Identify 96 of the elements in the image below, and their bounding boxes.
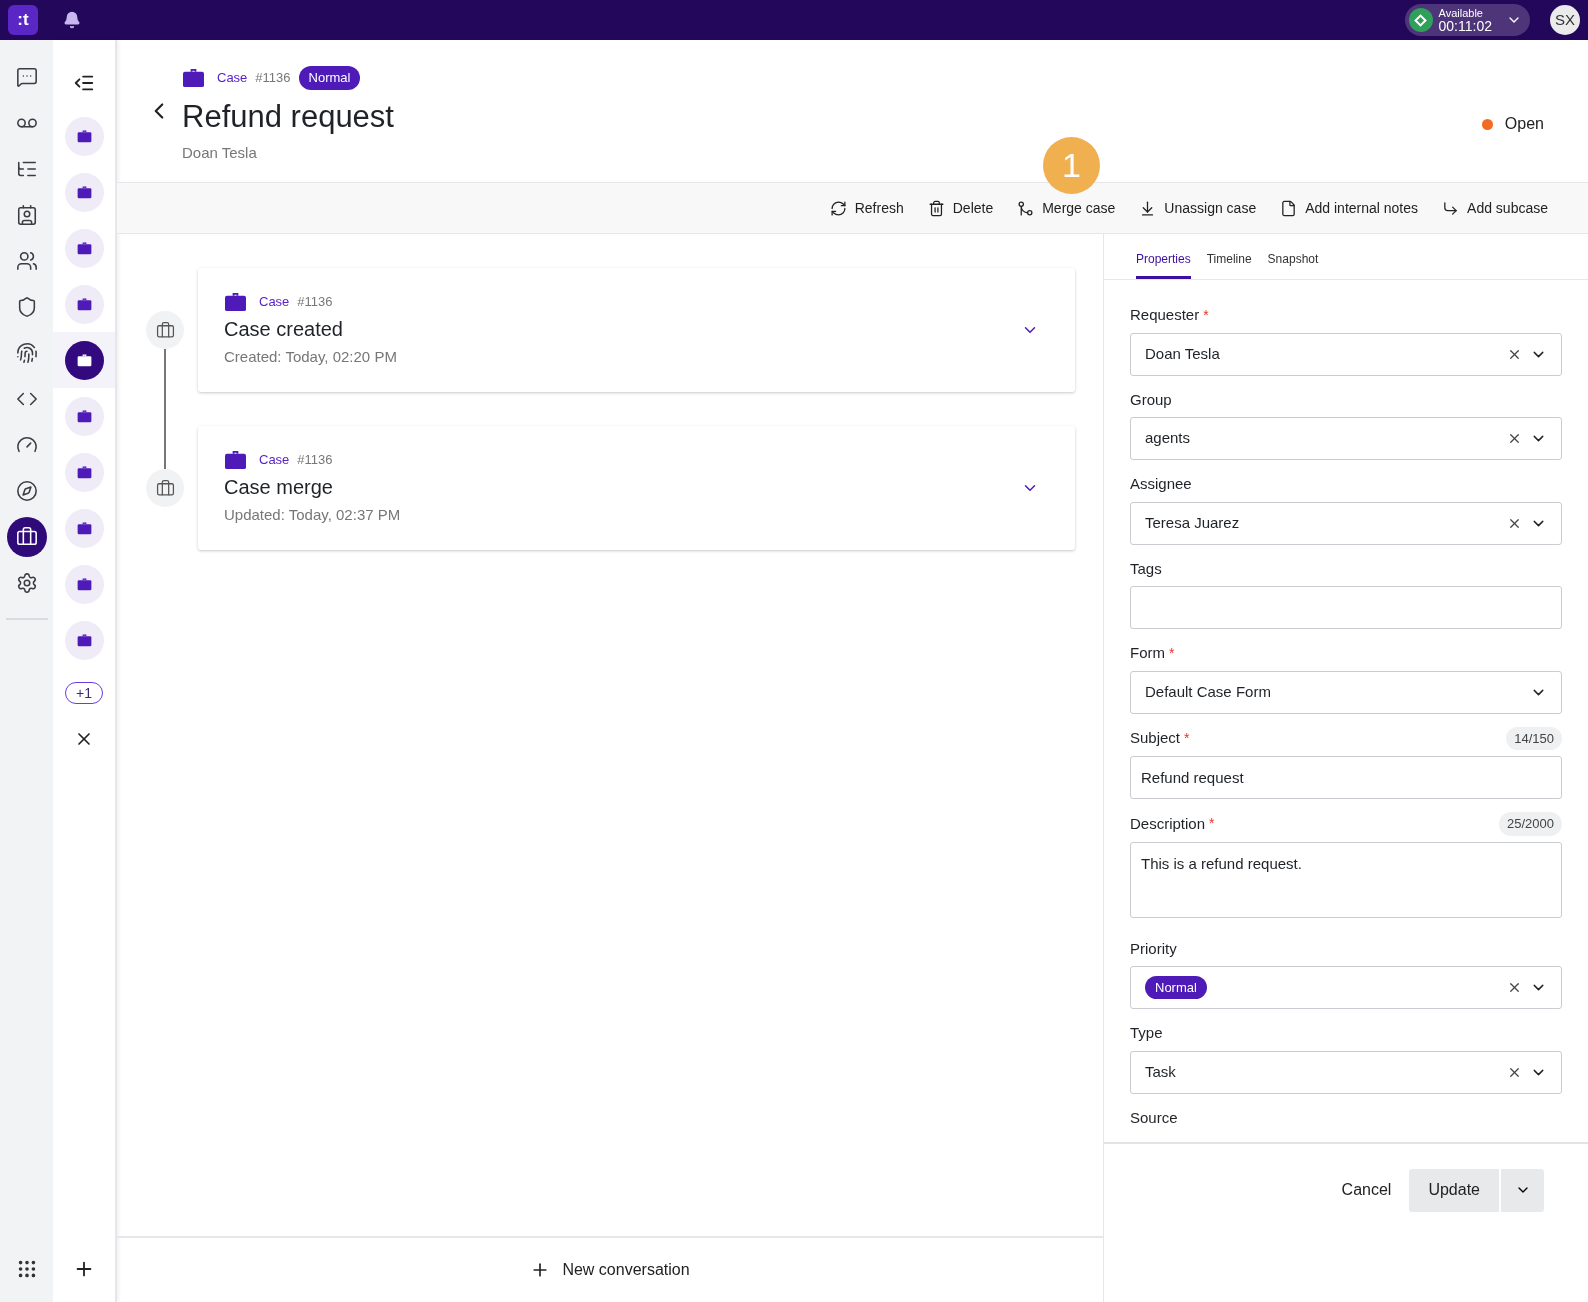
briefcase-icon: [224, 449, 247, 471]
nav-item[interactable]: [6, 517, 47, 557]
case-title: Refund request: [182, 97, 394, 136]
toolbar-button[interactable]: Add internal notes: [1280, 197, 1419, 219]
corner-arrow-icon: [1442, 199, 1460, 217]
toolbar-button[interactable]: Unassign case: [1139, 197, 1257, 219]
briefcase-icon: [76, 521, 92, 535]
event-timestamp: Updated: Today, 02:37 PM: [224, 505, 402, 526]
requester-name: Doan Tesla: [182, 143, 258, 163]
panel-tab[interactable]: Snapshot: [1267, 250, 1319, 279]
briefcase-icon: [76, 577, 92, 591]
event-title: Case created: [224, 317, 344, 343]
clear-icon[interactable]: [1507, 980, 1522, 995]
case-type-label: Case: [259, 293, 290, 311]
briefcase-icon: [224, 291, 247, 313]
refresh-icon: [829, 199, 847, 217]
timeline-card[interactable]: Case #1136 Case merge Updated: Today, 02:37 PM: [198, 426, 1075, 550]
select-value: agents: [1145, 428, 1191, 449]
annotation-marker: 1: [1043, 137, 1100, 194]
text-field[interactable]: [1130, 586, 1562, 629]
new-conversation-button[interactable]: New conversation: [530, 1258, 690, 1282]
status-label: Available: [1438, 7, 1484, 19]
select-field[interactable]: Doan Tesla: [1130, 332, 1562, 376]
user-avatar[interactable]: SX: [1550, 5, 1580, 35]
clear-icon[interactable]: [1507, 431, 1522, 446]
bell-icon[interactable]: [63, 11, 81, 29]
case-number: #1136: [255, 69, 291, 87]
character-counter: 14/150: [1506, 726, 1562, 750]
field-label: Type: [1130, 1023, 1163, 1043]
toolbar-button[interactable]: Refresh: [829, 197, 904, 219]
character-counter: 25/2000: [1499, 812, 1562, 836]
availability-status[interactable]: Available 00:11:02: [1404, 4, 1530, 36]
fingerprint-icon: [15, 342, 38, 364]
briefcase-icon: [76, 241, 92, 255]
priority-badge: Normal: [298, 66, 361, 90]
briefcase-icon: [76, 353, 92, 367]
panel-tab[interactable]: Properties: [1136, 250, 1191, 279]
toolbar-button[interactable]: Add subcase: [1442, 197, 1548, 219]
update-button[interactable]: Update: [1409, 1168, 1499, 1212]
trash-icon: [927, 199, 945, 217]
briefcase-icon: [76, 633, 92, 647]
briefcase-icon: [155, 320, 175, 340]
settings-icon: [15, 572, 38, 594]
field-label: Requester: [1130, 305, 1200, 325]
select-value: Doan Tesla: [1145, 343, 1220, 364]
required-marker: *: [1209, 814, 1215, 834]
event-title: Case merge: [224, 475, 334, 501]
briefcase-icon: [76, 465, 92, 479]
cancel-button[interactable]: Cancel: [1341, 1178, 1392, 1202]
case-type-label: Case: [259, 451, 290, 469]
description-field[interactable]: This is a refund request.: [1130, 841, 1562, 918]
toolbar-button[interactable]: Delete: [927, 197, 994, 219]
select-field[interactable]: Teresa Juarez: [1130, 501, 1562, 545]
briefcase-icon: [76, 129, 92, 143]
select-value: Task: [1145, 1061, 1176, 1082]
field-label: Description: [1130, 813, 1206, 834]
priority-chip: Normal: [1145, 975, 1207, 1000]
briefcase-icon: [76, 297, 92, 311]
select-value: Teresa Juarez: [1145, 512, 1240, 533]
case-tab[interactable]: [53, 332, 115, 388]
field-label: Assignee: [1130, 474, 1192, 494]
select-field[interactable]: Task: [1130, 1050, 1562, 1094]
toolbar-button[interactable]: Merge case: [1017, 197, 1116, 219]
select-value: Default Case Form: [1145, 681, 1271, 702]
required-marker: *: [1184, 728, 1190, 748]
case-type-label: Case: [217, 69, 248, 87]
document-icon: [1280, 199, 1298, 217]
required-marker: *: [1169, 643, 1175, 663]
select-field[interactable]: Normal: [1130, 966, 1562, 1009]
case-number: #1136: [297, 293, 333, 311]
text-field[interactable]: Refund request: [1130, 756, 1562, 799]
select-field[interactable]: Default Case Form: [1130, 670, 1562, 714]
field-label: Priority: [1130, 938, 1177, 959]
field-label: Tags: [1130, 558, 1162, 579]
briefcase-icon: [76, 185, 92, 199]
field-label: Source: [1130, 1107, 1178, 1128]
status-timer: 00:11:02: [1438, 18, 1492, 33]
people-icon: [15, 250, 38, 272]
compass-icon: [15, 480, 38, 502]
briefcase-icon: [15, 526, 38, 548]
app-logo[interactable]: :t: [8, 5, 38, 35]
case-status: Open: [1504, 114, 1544, 134]
case-number: #1136: [297, 451, 333, 469]
merge-icon: [1017, 199, 1035, 217]
field-label: Group: [1130, 389, 1172, 410]
briefcase-icon: [155, 478, 175, 498]
select-field[interactable]: agents: [1130, 417, 1562, 460]
required-marker: *: [1203, 305, 1209, 325]
field-label: Subject: [1130, 728, 1181, 748]
event-timestamp: Created: Today, 02:20 PM: [224, 347, 398, 368]
contact-book-icon: [15, 204, 38, 226]
timeline-card[interactable]: Case #1136 Case created Created: Today, 02:20 PM: [198, 268, 1075, 392]
field-label: Form: [1130, 643, 1165, 663]
briefcase-icon: [76, 409, 92, 423]
briefcase-icon: [182, 67, 205, 89]
panel-tab[interactable]: Timeline: [1206, 250, 1252, 279]
